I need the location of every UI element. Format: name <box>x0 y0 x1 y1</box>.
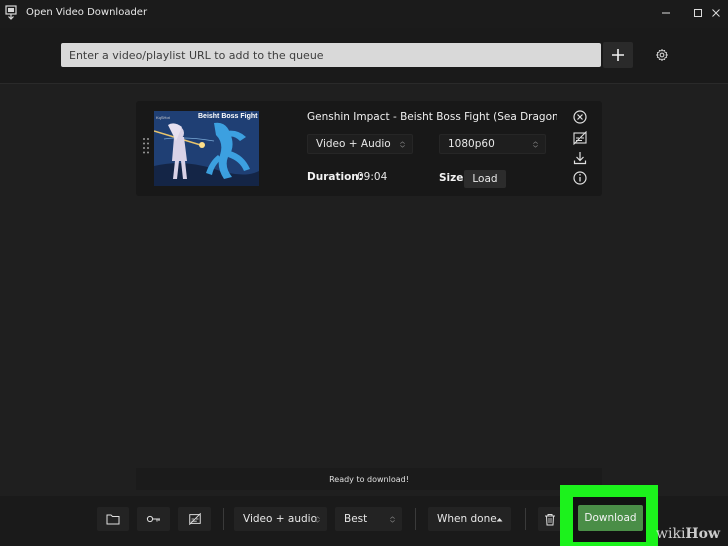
url-input[interactable] <box>61 43 601 67</box>
thumbnail-art <box>154 111 259 186</box>
maximize-button[interactable] <box>688 4 708 22</box>
status-bar: Ready to download! <box>136 468 602 490</box>
video-thumbnail: KqSHot Beisht Boss Fight <box>154 111 259 186</box>
gear-icon <box>656 49 668 61</box>
item-quality-select[interactable]: 1080p60 <box>439 134 546 154</box>
toolbar-divider <box>223 508 224 530</box>
download-icon[interactable] <box>572 150 588 166</box>
chevron-up-down-icon <box>390 516 395 523</box>
app-logo-icon <box>5 5 17 20</box>
key-icon <box>146 515 160 523</box>
no-subtitles-icon[interactable] <box>572 130 588 146</box>
top-toolbar <box>0 28 728 84</box>
clear-queue-button[interactable] <box>538 507 562 531</box>
load-size-button[interactable]: Load <box>464 170 506 188</box>
thumbnail-corner-logo: KqSHot <box>156 115 170 120</box>
item-quality-value: 1080p60 <box>448 138 495 150</box>
chevron-up-down-icon <box>315 516 320 523</box>
duration-label: Duration: <box>307 171 363 183</box>
duration-value: 09:04 <box>357 171 388 183</box>
minimize-button[interactable] <box>656 4 676 22</box>
toolbar-divider <box>415 508 416 530</box>
minimize-icon <box>662 12 670 14</box>
maximize-icon <box>694 9 702 17</box>
trash-icon <box>545 513 555 525</box>
when-done-button[interactable]: When done <box>428 507 511 531</box>
folder-icon <box>106 514 120 525</box>
global-format-select[interactable]: Video + audio <box>234 507 327 531</box>
status-text: Ready to download! <box>329 474 409 484</box>
add-url-button[interactable] <box>603 42 633 68</box>
thumbnail-caption: Beisht Boss Fight <box>198 113 258 120</box>
close-icon <box>712 9 720 17</box>
watermark: wikiHow <box>656 526 720 542</box>
no-subtitles-icon <box>188 512 201 526</box>
download-button[interactable]: Download <box>578 505 643 531</box>
chevron-up-down-icon <box>400 141 405 148</box>
item-format-value: Video + Audio <box>316 138 391 150</box>
authentication-button[interactable] <box>137 507 170 531</box>
drag-handle-icon[interactable] <box>142 137 150 155</box>
title-bar: Open Video Downloader <box>0 0 728 28</box>
chevron-up-down-icon <box>533 141 538 148</box>
toolbar-divider <box>525 508 526 530</box>
caret-up-icon <box>496 518 503 522</box>
info-icon[interactable] <box>572 170 588 186</box>
queue-item: KqSHot Beisht Boss Fight Genshin Impact … <box>136 101 602 196</box>
when-done-label: When done <box>437 513 497 525</box>
watermark-bold: How <box>685 526 721 542</box>
global-format-value: Video + audio <box>243 513 317 525</box>
video-title: Genshin Impact - Beisht Boss Fight (Sea … <box>307 111 557 123</box>
plus-icon <box>612 49 624 61</box>
close-button[interactable] <box>706 4 726 22</box>
settings-button[interactable] <box>647 42 677 68</box>
close-circle-icon[interactable] <box>572 109 588 125</box>
watermark-light: wiki <box>656 526 686 542</box>
global-quality-value: Best <box>344 513 368 525</box>
open-folder-button[interactable] <box>97 507 129 531</box>
global-quality-select[interactable]: Best <box>335 507 402 531</box>
subtitles-toggle-button[interactable] <box>178 507 211 531</box>
window-title: Open Video Downloader <box>26 7 148 18</box>
item-format-select[interactable]: Video + Audio <box>307 134 413 154</box>
